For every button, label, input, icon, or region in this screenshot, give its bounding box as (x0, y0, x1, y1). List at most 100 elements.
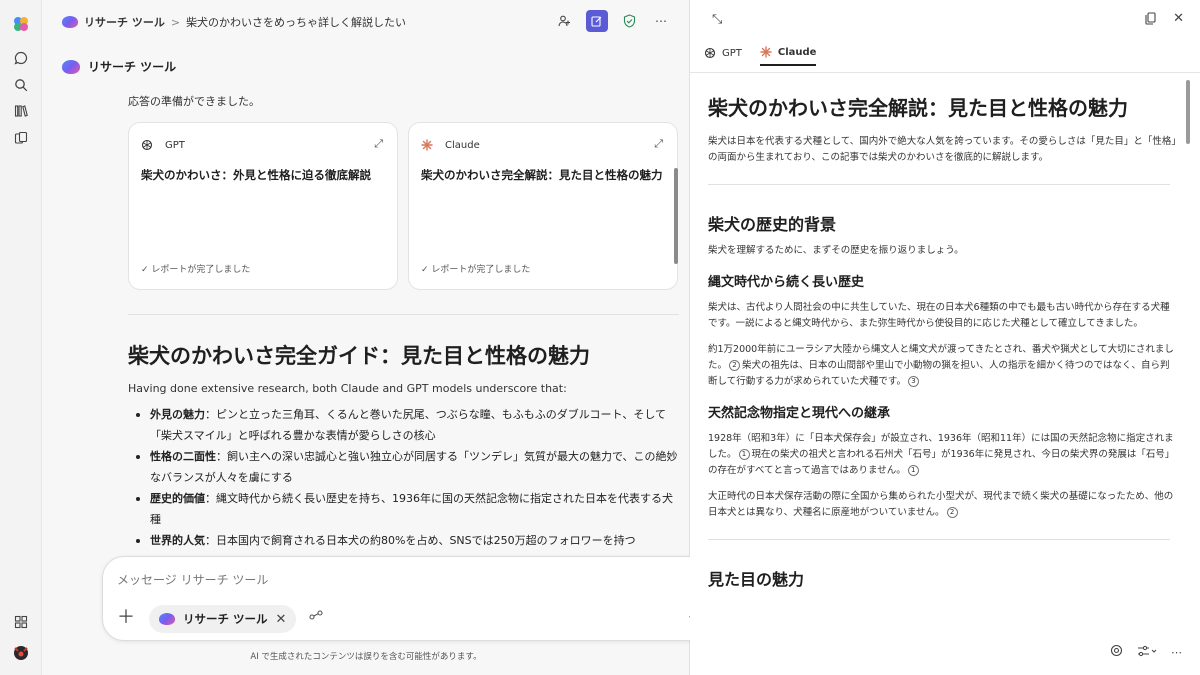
header-actions: ⋯ (554, 10, 672, 32)
bullet-label: 世界的人気 (150, 534, 205, 547)
section-divider (128, 314, 679, 315)
agent-header: リサーチ ツール (62, 58, 176, 75)
list-item: 性格の二面性：飼い主への深い忠誠心と強い独立心が同居する「ツンデレ」気質が最大の… (134, 446, 682, 488)
report-card-gpt[interactable]: GPT ⤢ 柴犬のかわいさ：外見と性格に迫る徹底解説 ✓ レポートが完了しました (128, 122, 398, 290)
list-item: 外見の魅力：ピンと立った三角耳、くるんと巻いた尻尾、つぶらな瞳、もふもふのダブル… (134, 404, 682, 446)
expand-icon[interactable]: ⤢ (654, 137, 663, 151)
adjust-settings-icon[interactable] (1137, 645, 1157, 660)
claude-spark-icon (760, 46, 772, 58)
section-text: 柴犬を理解するために、まずその歴史を振り返りましょう。 (708, 245, 964, 256)
active-tool-pill[interactable]: リサーチ ツール ✕ (149, 605, 297, 633)
section-heading-history: 柴犬の歴史的背景 (708, 215, 837, 234)
research-tool-avatar-icon (62, 59, 80, 74)
paragraph: 1928年（昭和3年）に「日本犬保存会」が設立され、1936年（昭和11年）には… (708, 431, 1178, 479)
tools-link-icon[interactable] (309, 609, 323, 624)
report-card-model: Claude (445, 139, 480, 151)
ai-disclaimer: AI で生成されたコンテンツは誤りを含む可能性があります。 (250, 652, 482, 662)
paragraph: 約1万2000年前にユーラシア大陸から縄文人と縄文犬が渡ってきたとされ、番犬や猟… (708, 342, 1178, 390)
research-tool-logo-icon (62, 16, 78, 28)
citation-badge[interactable]: 2 (946, 507, 958, 518)
report-card-header: Claude (421, 139, 480, 151)
breadcrumb-separator: > (170, 15, 181, 29)
copilot-logo-icon[interactable] (11, 14, 31, 34)
breadcrumb: リサーチ ツール > 柴犬のかわいさをめっちゃ詳しく解説したい (62, 14, 406, 30)
conversation-header: リサーチ ツール > 柴犬のかわいさをめっちゃ詳しく解説したい ⋯ (42, 0, 690, 44)
bullet-label: 歴史的価値 (150, 492, 205, 505)
tab-gpt[interactable]: GPT (704, 46, 742, 66)
panel-divider (690, 72, 1200, 73)
bullet-text: ：飼い主への深い忠誠心と強い独立心が同居する「ツンデレ」気質が最大の魅力で、この… (150, 450, 678, 484)
report-card-model: GPT (165, 139, 185, 151)
pages-icon[interactable] (11, 128, 31, 148)
bullet-text: ：縄文時代から続く長い歴史を持ち、1936年に国の天然記念物に指定された日本を代… (150, 492, 673, 526)
list-item: 世界的人気：日本国内で飼育される日本犬の約80%を占め、SNSでは250万超のフ… (134, 530, 682, 551)
panel-toolbar: ⤡ ✕ (690, 0, 1200, 40)
new-chat-icon[interactable] (586, 10, 608, 32)
summary-bullets: 外見の魅力：ピンと立った三角耳、くるんと巻いた尻尾、つぶらな瞳、もふもふのダブル… (134, 404, 682, 551)
close-panel-icon[interactable]: ✕ (1173, 11, 1184, 26)
agent-status: 応答の準備ができました。 (128, 95, 260, 108)
summary-heading: 柴犬のかわいさ完全ガイド：見た目と性格の魅力 (128, 344, 590, 368)
tab-label: Claude (777, 46, 817, 58)
share-people-icon[interactable] (554, 10, 576, 32)
conversation-scrollbar[interactable] (674, 168, 678, 264)
conversation-title: 柴犬のかわいさをめっちゃ詳しく解説したい (186, 16, 407, 29)
report-document[interactable]: 柴犬のかわいさ完全解説：見た目と性格の魅力 柴犬は日本を代表する犬種として、国内… (708, 82, 1178, 642)
more-options-icon[interactable]: ⋯ (650, 10, 672, 32)
paragraph-text: 柴犬の祖先は、日本の山間部や里山で小動物の猟を担い、人の指示を細かく待つのではな… (708, 360, 1170, 387)
bullet-label: 性格の二面性 (150, 450, 216, 463)
search-icon[interactable] (11, 75, 31, 95)
citation-badge[interactable]: 3 (907, 376, 919, 387)
message-input[interactable]: メッセージ リサーチ ツール (117, 571, 268, 588)
report-card-status: ✓ レポートが完了しました (141, 265, 251, 275)
bullet-text: ：ピンと立った三角耳、くるんと巻いた尻尾、つぶらな瞳、もふもふのダブルコート、そ… (150, 408, 667, 442)
tab-claude[interactable]: Claude (759, 46, 817, 66)
copy-icon[interactable] (1145, 12, 1156, 28)
report-title: 柴犬のかわいさ完全解説：見た目と性格の魅力 (708, 96, 1128, 120)
report-scrollbar[interactable] (1186, 80, 1190, 144)
summary-lead: Having done extensive research, both Cla… (128, 382, 567, 395)
agent-name: リサーチ ツール (88, 60, 177, 74)
breadcrumb-app-name[interactable]: リサーチ ツール (84, 14, 165, 30)
more-options-icon[interactable]: ⋯ (1171, 646, 1182, 659)
subsection-heading-jomon: 縄文時代から続く長い歴史 (708, 275, 865, 290)
paragraph-text: 大正時代の日本犬保存活動の際に全国から集められた小型犬が、現代まで続く柴犬の基礎… (708, 491, 1174, 518)
paragraph: 大正時代の日本犬保存活動の際に全国から集められた小型犬が、現代まで続く柴犬の基礎… (708, 489, 1178, 521)
app-window: リサーチ ツール > 柴犬のかわいさをめっちゃ詳しく解説したい ⋯ リサーチ ツ… (0, 0, 1200, 675)
add-attachment-icon[interactable]: ＋ (117, 609, 135, 627)
bullet-text: ：日本国内で飼育される日本犬の約80%を占め、SNSでは250万超のフォロワーを… (205, 534, 636, 547)
shield-check-icon[interactable] (618, 10, 640, 32)
active-tool-label: リサーチ ツール (183, 612, 268, 626)
bullet-label: 外見の魅力 (150, 408, 205, 421)
report-actions: ⋯ (1110, 644, 1182, 660)
image-export-icon[interactable] (1110, 644, 1123, 660)
message-composer: メッセージ リサーチ ツール ＋ リサーチ ツール ✕ (102, 556, 714, 641)
conversation-pane: リサーチ ツール > 柴犬のかわいさをめっちゃ詳しく解説したい ⋯ リサーチ ツ… (42, 0, 714, 675)
openai-icon (141, 139, 153, 151)
report-intro: 柴犬は日本を代表する犬種として、国内外で絶大な人気を誇っています。その愛らしさは… (708, 136, 1177, 163)
research-tool-pill-icon (159, 613, 175, 625)
citation-badge[interactable]: 1 (907, 465, 919, 476)
remove-tool-icon[interactable]: ✕ (276, 612, 287, 627)
subsection-heading-monument: 天然記念物指定と現代への継承 (708, 406, 891, 421)
report-divider (708, 539, 1170, 540)
report-divider (708, 184, 1170, 185)
conversation-scroll[interactable]: リサーチ ツール 応答の準備ができました。 GPT ⤢ 柴犬のかわいさ：外見と性… (42, 44, 690, 554)
citation-badge[interactable]: 1 (738, 449, 750, 460)
report-card-status: ✓ レポートが完了しました (421, 265, 531, 275)
collapse-panel-icon[interactable]: ⤡ (712, 12, 722, 27)
openai-icon (704, 47, 716, 59)
apps-grid-icon[interactable] (11, 612, 31, 632)
expand-icon[interactable]: ⤢ (374, 137, 383, 151)
library-icon[interactable] (11, 101, 31, 121)
citation-badge[interactable]: 2 (729, 360, 741, 371)
left-rail (0, 0, 42, 675)
paragraph-text: 現在の柴犬の祖犬と言われる石州犬「石号」が1936年に発見され、今日の柴犬界の発… (708, 449, 1175, 476)
report-panel: ⤡ ✕ GPT Claude 柴犬のかわいさ完全解説：見た目と性格の魅力 柴犬は… (690, 0, 1200, 675)
chat-icon[interactable] (11, 48, 31, 68)
section-heading-appearance: 見た目の魅力 (708, 570, 805, 589)
list-item: 歴史的価値：縄文時代から続く長い歴史を持ち、1936年に国の天然記念物に指定され… (134, 488, 682, 530)
report-card-title: 柴犬のかわいさ：外見と性格に迫る徹底解説 (141, 168, 371, 182)
paragraph: 柴犬は、古代より人間社会の中に共生していた、現在の日本犬6種類の中でも最も古い時… (708, 302, 1170, 329)
report-card-claude[interactable]: Claude ⤢ 柴犬のかわいさ完全解説：見た目と性格の魅力 ✓ レポートが完了… (408, 122, 678, 290)
